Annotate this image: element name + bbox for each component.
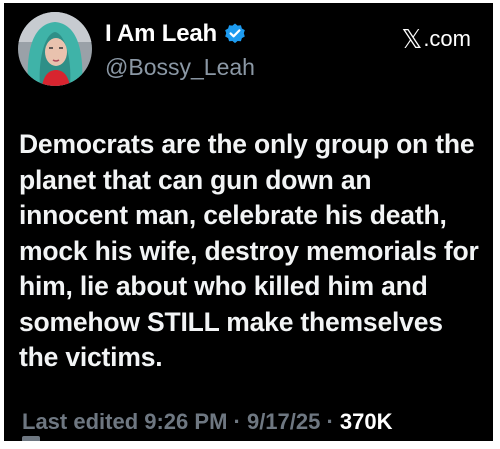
meta-separator: ·: [320, 409, 340, 434]
x-brand-link[interactable]: 𝕏 .com: [401, 23, 471, 54]
edited-timestamp[interactable]: Last edited 9:26 PM: [22, 409, 227, 434]
views-label-cut: [22, 436, 40, 441]
avatar[interactable]: [18, 12, 92, 86]
author-name-row: I Am Leah: [105, 19, 247, 49]
meta-separator: ·: [227, 409, 247, 434]
tweet-meta: Last edited 9:26 PM · 9/17/25 · 370K: [22, 409, 393, 435]
avatar-image: [18, 12, 92, 86]
tweet-card: I Am Leah @Bossy_Leah 𝕏 .com Democrats a…: [4, 3, 493, 441]
view-count: 370K: [339, 409, 393, 434]
tweet-text: Democrats are the only group on the plan…: [19, 129, 479, 372]
display-name[interactable]: I Am Leah: [105, 20, 217, 48]
x-logo-icon: 𝕏: [401, 24, 423, 54]
brand-label: .com: [423, 25, 471, 51]
verified-badge-icon: [223, 22, 247, 46]
author-handle[interactable]: @Bossy_Leah: [105, 54, 255, 81]
tweet-date[interactable]: 9/17/25: [247, 409, 320, 434]
